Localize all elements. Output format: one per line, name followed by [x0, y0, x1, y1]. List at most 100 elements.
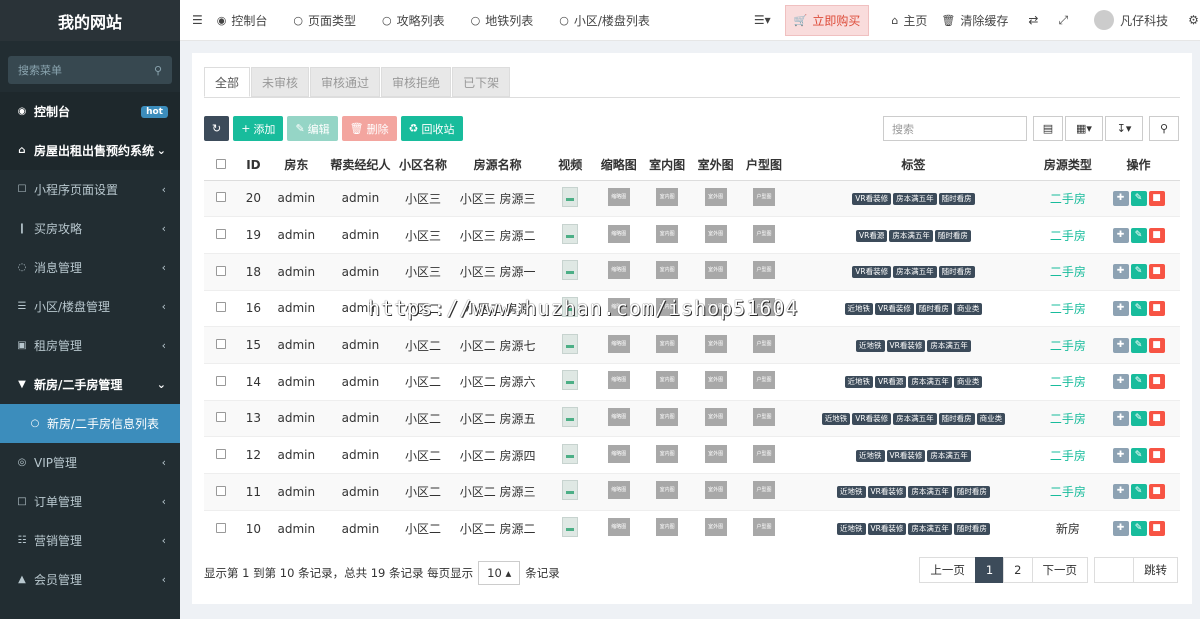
- col-indoor[interactable]: 室内图: [642, 150, 692, 181]
- image-cell[interactable]: 缩略图: [594, 362, 643, 401]
- col-house-name[interactable]: 房源名称: [449, 150, 547, 181]
- sidebar-item-3[interactable]: ❙ 买房攻略 ‹: [0, 209, 180, 248]
- move-icon[interactable]: ✚: [1112, 447, 1129, 463]
- image-thumbnail[interactable]: 缩略图: [607, 371, 630, 390]
- image-cell[interactable]: 缩略图: [594, 179, 643, 217]
- add-button[interactable]: + 添加: [233, 116, 284, 141]
- image-cell[interactable]: 室外图: [691, 362, 740, 401]
- image-cell[interactable]: 户型图: [739, 399, 789, 437]
- row-checkbox[interactable]: [204, 436, 239, 474]
- image-cell[interactable]: 室外图: [691, 326, 740, 364]
- list-dropdown-icon[interactable]: ☰▾: [754, 13, 771, 27]
- video-file-icon[interactable]: [562, 260, 579, 281]
- col-agent[interactable]: 帮卖经纪人: [324, 150, 397, 181]
- image-cell[interactable]: 缩略图: [594, 509, 643, 547]
- pencil-icon[interactable]: ✎: [1130, 337, 1147, 353]
- image-thumbnail[interactable]: 室内图: [656, 371, 679, 390]
- nav-metro-list[interactable]: ○ 地铁列表: [471, 12, 534, 29]
- page-size-select[interactable]: 10 ▴: [478, 561, 521, 585]
- pencil-icon[interactable]: ✎: [1130, 447, 1147, 463]
- pencil-icon[interactable]: ✎: [1130, 300, 1147, 316]
- cell-video[interactable]: [546, 509, 595, 547]
- move-icon[interactable]: ✚: [1112, 190, 1129, 206]
- image-cell[interactable]: 室外图: [691, 436, 740, 474]
- col-landlord[interactable]: 房东: [268, 150, 325, 181]
- cell-video[interactable]: [546, 326, 595, 364]
- translate-icon[interactable]: ⇄: [1028, 13, 1038, 27]
- site-brand[interactable]: 我的网站: [0, 0, 180, 41]
- video-file-icon[interactable]: [562, 370, 579, 391]
- trash-icon[interactable]: ■: [1148, 227, 1165, 243]
- image-cell[interactable]: 缩略图: [594, 252, 643, 291]
- delete-button[interactable]: 🗑 删除: [341, 116, 397, 141]
- table-row[interactable]: 10 admin admin 小区二 小区二 房源二 缩略图 室内图 室外图 户型图 近地铁 VR看…: [204, 509, 1180, 547]
- cell-video[interactable]: [546, 252, 595, 291]
- image-thumbnail[interactable]: 缩略图: [607, 224, 630, 243]
- image-thumbnail[interactable]: 室内图: [656, 224, 679, 243]
- table-row[interactable]: 11 admin admin 小区二 小区二 房源三 缩略图 室内图 室外图 户型图 近地铁 VR看…: [204, 473, 1180, 511]
- sidebar-item-9[interactable]: ◎ VIP管理 ‹: [0, 443, 180, 482]
- pencil-icon[interactable]: ✎: [1130, 264, 1147, 280]
- search-icon[interactable]: ⚲: [1149, 116, 1179, 141]
- table-row[interactable]: 18 admin admin 小区三 小区三 房源一 缩略图 室内图 室外图 户型图 VR看装修房…: [204, 252, 1180, 291]
- image-cell[interactable]: 室内图: [642, 216, 692, 254]
- image-thumbnail[interactable]: 户型图: [753, 481, 776, 500]
- table-row[interactable]: 14 admin admin 小区二 小区二 房源六 缩略图 室内图 室外图 户型图 近地铁 VR看…: [204, 362, 1180, 401]
- image-thumbnail[interactable]: 缩略图: [607, 518, 630, 537]
- video-file-icon[interactable]: [562, 517, 579, 538]
- image-thumbnail[interactable]: 户型图: [753, 224, 776, 243]
- move-icon[interactable]: ✚: [1112, 227, 1129, 243]
- row-checkbox[interactable]: [204, 289, 239, 327]
- image-thumbnail[interactable]: 室内图: [656, 481, 679, 500]
- cell-video[interactable]: [546, 216, 595, 254]
- export-dropdown-icon[interactable]: ↧▾: [1105, 116, 1143, 141]
- nav-guide-list[interactable]: ○ 攻略列表: [382, 12, 445, 29]
- image-cell[interactable]: 室外图: [691, 509, 740, 547]
- pencil-icon[interactable]: ✎: [1130, 521, 1147, 537]
- sidebar-item-11[interactable]: ☷ 营销管理 ‹: [0, 521, 180, 560]
- video-file-icon[interactable]: [562, 223, 579, 244]
- edit-button[interactable]: ✎ 编辑: [287, 116, 338, 141]
- image-cell[interactable]: 户型图: [739, 252, 789, 291]
- columns-dropdown-icon[interactable]: ▦▾: [1065, 116, 1103, 141]
- trash-icon[interactable]: ■: [1148, 264, 1165, 280]
- sidebar-item-0[interactable]: ◉ 控制台 hot: [0, 92, 180, 131]
- image-cell[interactable]: 室外图: [691, 216, 740, 254]
- image-thumbnail[interactable]: 室内图: [656, 261, 679, 280]
- row-checkbox[interactable]: [204, 252, 239, 291]
- image-cell[interactable]: 缩略图: [594, 473, 643, 511]
- sidebar-item-5[interactable]: ☰ 小区/楼盘管理 ‹: [0, 287, 180, 326]
- jump-button[interactable]: 跳转: [1133, 557, 1178, 583]
- prev-page-button[interactable]: 上一页: [919, 557, 976, 583]
- image-cell[interactable]: 户型图: [739, 509, 789, 547]
- nav-dashboard[interactable]: ◉ 控制台: [217, 12, 268, 29]
- image-thumbnail[interactable]: 缩略图: [607, 481, 630, 500]
- tab-4[interactable]: 已下架: [452, 67, 511, 97]
- jump-page-input[interactable]: [1094, 557, 1134, 583]
- home-link[interactable]: ⌂ 主页: [891, 12, 927, 29]
- recycle-bin-button[interactable]: ♻ 回收站: [400, 116, 463, 141]
- col-house-type[interactable]: 房源类型: [1038, 150, 1098, 181]
- pencil-icon[interactable]: ✎: [1130, 484, 1147, 500]
- image-thumbnail[interactable]: 室外图: [704, 334, 727, 353]
- image-cell[interactable]: 户型图: [739, 179, 789, 217]
- trash-icon[interactable]: ■: [1148, 521, 1165, 537]
- trash-icon[interactable]: ■: [1148, 410, 1165, 426]
- video-file-icon[interactable]: [562, 406, 579, 427]
- tab-0[interactable]: 全部: [204, 67, 251, 97]
- image-thumbnail[interactable]: 缩略图: [607, 187, 630, 206]
- cell-video[interactable]: [546, 362, 595, 401]
- cell-video[interactable]: [546, 436, 595, 474]
- table-row[interactable]: 12 admin admin 小区二 小区二 房源四 缩略图 室内图 室外图 户型图 近地铁 VR看…: [204, 436, 1180, 474]
- sidebar-item-6[interactable]: ▣ 租房管理 ‹: [0, 326, 180, 365]
- pencil-icon[interactable]: ✎: [1130, 374, 1147, 390]
- image-thumbnail[interactable]: 缩略图: [607, 334, 630, 353]
- cell-video[interactable]: [546, 473, 595, 511]
- image-thumbnail[interactable]: 室外图: [704, 371, 727, 390]
- row-checkbox[interactable]: [204, 399, 239, 437]
- col-tags[interactable]: 标签: [788, 150, 1039, 181]
- refresh-button[interactable]: ↻: [204, 116, 230, 141]
- image-cell[interactable]: 缩略图: [594, 326, 643, 364]
- trash-icon[interactable]: ■: [1148, 484, 1165, 500]
- image-thumbnail[interactable]: 户型图: [753, 444, 776, 463]
